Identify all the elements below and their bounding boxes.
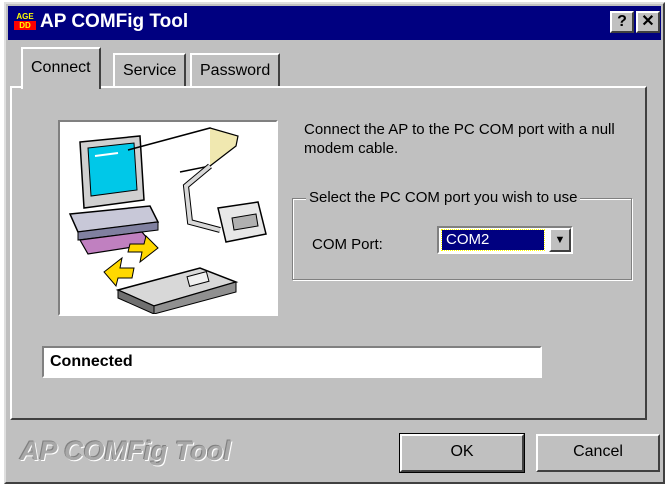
title-bar[interactable]: AGE DD AP COMFig Tool ? ✕ [8, 6, 661, 40]
ok-button[interactable]: OK [399, 433, 525, 473]
window-title: AP COMFig Tool [40, 11, 189, 32]
help-button[interactable]: ? [610, 11, 634, 33]
com-port-select[interactable]: COM2 ▼ [437, 226, 573, 254]
brand-logo-text: AP COMFig Tool [20, 436, 231, 466]
cancel-button[interactable]: Cancel [536, 434, 660, 472]
tab-connect[interactable]: Connect [21, 47, 101, 89]
connection-illustration [58, 120, 278, 316]
com-port-value[interactable]: COM2 [441, 229, 545, 251]
status-field: Connected [42, 346, 542, 378]
connection-instructions: Connect the AP to the PC COM port with a… [304, 121, 615, 157]
app-icon-bottom: DD [14, 21, 36, 30]
app-icon-top: AGE [16, 12, 34, 21]
chevron-down-icon[interactable]: ▼ [549, 228, 571, 252]
tab-password[interactable]: Password [190, 53, 281, 87]
close-button[interactable]: ✕ [636, 11, 660, 33]
pc-ap-cable-illustration [68, 127, 267, 315]
tab-service[interactable]: Service [113, 53, 187, 87]
com-port-group-label: Select the PC COM port you wish to use [306, 189, 581, 206]
com-port-label: COM Port: [312, 236, 383, 253]
app-icon: AGE DD [14, 12, 36, 32]
